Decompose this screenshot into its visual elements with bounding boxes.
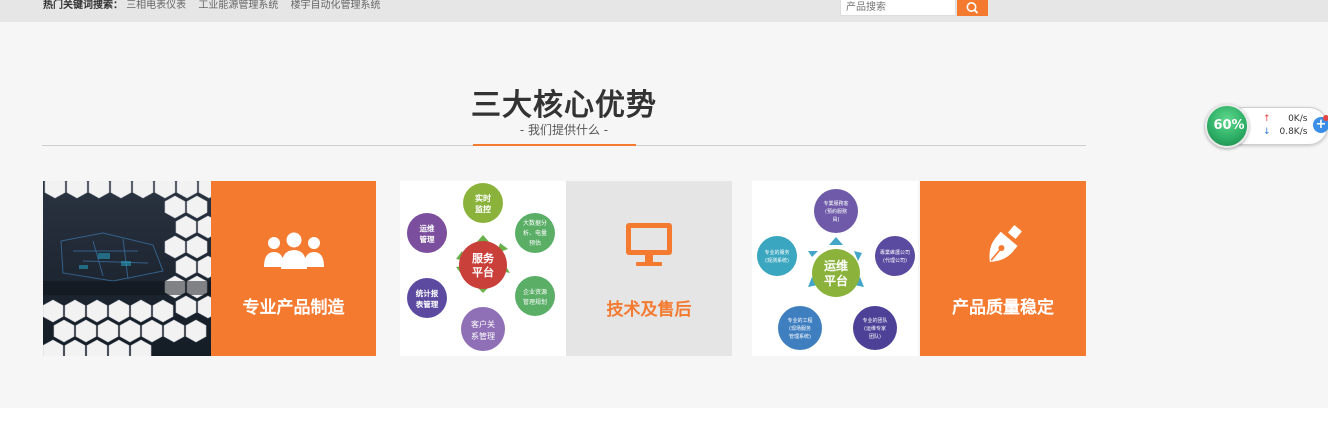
diagram-node: 实时 [475,193,491,203]
memory-usage-circle[interactable]: 60% [1205,104,1249,148]
diagram-node: 管理 [420,234,435,244]
section-title: 三大核心优势 [471,88,657,123]
diagram-node: 析、电量 [523,229,547,237]
diagram-node: 专業服務客 [823,200,848,207]
card-panel: 专业产品制造 [211,181,376,356]
diagram-center: 服务 [472,251,495,265]
hot-keyword-link[interactable]: 工业能源管理系统 [198,0,278,11]
hot-keyword-link[interactable]: 三相电表仪表 [126,0,186,11]
download-value: 0.8K/s [1279,127,1308,137]
diagram-node: 专业的团队 [862,317,887,324]
advantage-card-quality[interactable]: 专業服務客 (預約服務 員) 專業維護公司 (代理公司) 专业的团队 (运维专家… [752,181,1086,356]
diagram-node: (现场服务 [789,325,811,332]
diagram-center: 运维 [824,258,848,273]
search-button[interactable] [957,0,988,16]
diagram-center: 平台 [824,273,848,288]
card-panel: 产品质量稳定 [920,181,1086,356]
advantage-card-service[interactable]: 实时 监控 大数据分 析、电量 预估 企业资源 管理规划 客户关 系管理 统计报… [400,181,732,356]
download-arrow-icon: ↓ [1263,127,1271,137]
diagram-node: (运维专家 [864,325,886,332]
advantage-card-manufacturing[interactable]: 专业产品制造 [43,181,376,356]
top-bar: 热门关键词搜索： 三相电表仪表 工业能源管理系统 楼宇自动化管理系统 [0,0,1328,22]
diagram-node: 团队) [869,333,881,340]
card-title: 技术及售后 [606,300,692,320]
people-group-icon [264,232,324,269]
usage-percent: 60% [1213,118,1245,133]
upload-arrow-icon: ↑ [1263,114,1271,124]
hot-keyword-link[interactable]: 楼宇自动化管理系统 [291,0,381,11]
control-room-image [43,181,211,356]
network-speed-widget[interactable]: 60% ↑ 0K/s ↓ 0.8K/s + [1205,104,1328,148]
diagram-node: (代理公司) [883,257,907,264]
diagram-node: 客户关 [471,319,495,329]
card-panel: 技术及售后 [566,181,732,356]
upload-value: 0K/s [1288,114,1308,124]
diagram-node: (預約服務 [825,208,847,215]
card-title: 产品质量稳定 [952,298,1054,318]
diagram-node: 运维 [420,223,435,233]
download-speed: ↓ 0.8K/s [1263,127,1307,137]
diagram-node: 大数据分 [523,219,547,227]
operations-platform-diagram: 专業服務客 (預約服務 員) 專業維護公司 (代理公司) 专业的团队 (运维专家… [752,181,918,356]
search-icon [966,2,978,14]
diagram-node: 预估 [529,239,541,247]
hot-keywords: 热门关键词搜索： 三相电表仪表 工业能源管理系统 楼宇自动化管理系统 [43,0,390,12]
upload-speed: ↑ 0K/s [1263,114,1307,124]
section-subtitle: - 我们提供什么 - [519,123,609,137]
product-search [840,0,988,16]
fountain-pen-icon [989,225,1022,262]
service-platform-diagram: 实时 监控 大数据分 析、电量 预估 企业资源 管理规划 客户关 系管理 统计报… [400,181,566,356]
diagram-center: 平台 [472,265,494,279]
diagram-node: 員) [833,217,840,223]
diagram-node: 企业资源 [523,288,547,296]
diagram-node: 專業維護公司 [880,249,910,256]
hot-keywords-label: 热门关键词搜索： [43,0,123,11]
diagram-node: (观测系统) [765,257,789,264]
divider-accent [473,144,636,146]
diagram-node: 系管理 [471,331,495,341]
diagram-node: 监控 [475,204,491,214]
search-input[interactable] [840,0,956,16]
notification-dot [1323,115,1328,121]
diagram-node: 管理规划 [523,298,547,306]
monitor-icon [626,223,672,266]
diagram-node: 专业的服务 [764,249,789,256]
diagram-node: 表管理 [416,299,439,309]
diagram-node: 管理系统) [789,333,811,340]
advantages-section: 三大核心优势 - 我们提供什么 - 专业产品制造 实时 监控 大数据分 析、电量… [0,22,1328,408]
diagram-node: 专业的工程 [787,317,812,324]
card-title: 专业产品制造 [242,298,345,318]
diagram-node: 统计报 [416,288,439,298]
